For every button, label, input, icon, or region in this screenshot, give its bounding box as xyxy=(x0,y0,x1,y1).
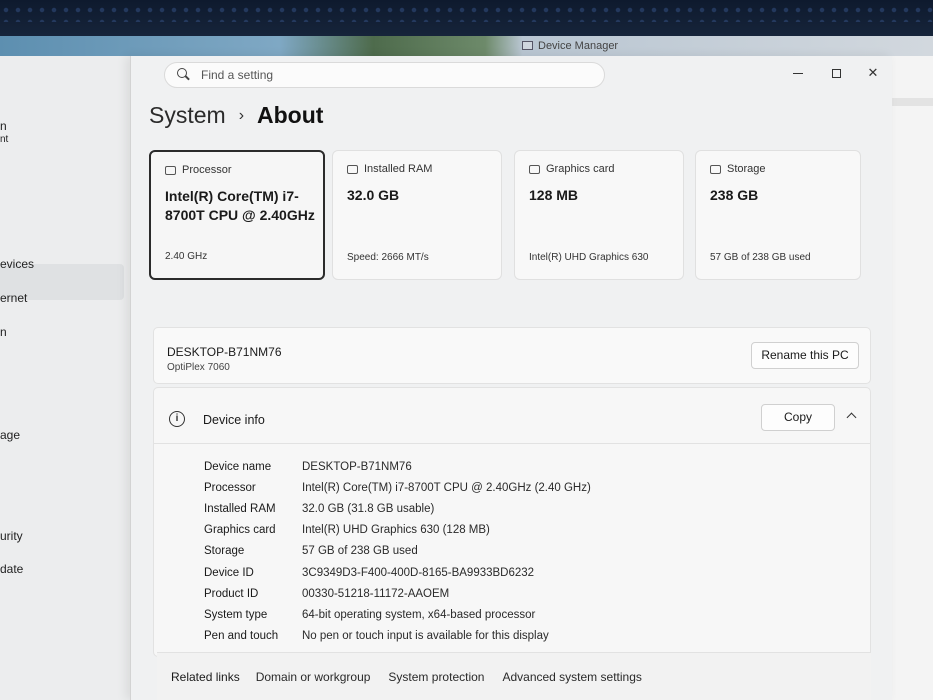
spec-label: System type xyxy=(204,608,268,621)
advanced-system-settings-link[interactable]: Advanced system settings xyxy=(502,670,641,684)
pc-model: OptiPlex 7060 xyxy=(167,362,230,373)
spec-row: System type 64-bit operating system, x64-… xyxy=(204,604,591,625)
device-info-header[interactable]: i Device info Copy xyxy=(154,388,870,444)
maximize-icon xyxy=(831,69,841,79)
card-value: 32.0 GB xyxy=(347,187,400,203)
left-nav-fragment[interactable]: evices xyxy=(0,257,34,271)
left-nav-fragment[interactable]: urity xyxy=(0,529,23,543)
spec-label: Product ID xyxy=(204,587,259,600)
spec-value: No pen or touch input is available for t… xyxy=(302,630,549,643)
background-right-window xyxy=(890,56,933,700)
card-footer: Intel(R) UHD Graphics 630 xyxy=(529,252,649,263)
left-nav-fragment[interactable]: n xyxy=(0,325,7,339)
spec-label: Storage xyxy=(204,545,245,558)
copy-button[interactable]: Copy xyxy=(761,404,835,431)
spec-value: Intel(R) UHD Graphics 630 (128 MB) xyxy=(302,524,490,537)
spec-value: DESKTOP-B71NM76 xyxy=(302,460,412,473)
processor-card[interactable]: Processor Intel(R) Core(TM) i7-8700T CPU… xyxy=(149,150,325,280)
spec-value: 32.0 GB (31.8 GB usable) xyxy=(302,502,435,515)
spec-label: Installed RAM xyxy=(204,502,276,515)
pc-name: DESKTOP-B71NM76 xyxy=(167,345,282,359)
spec-label: Device ID xyxy=(204,566,254,579)
spec-label: Pen and touch xyxy=(204,630,279,643)
device-manager-window-title[interactable]: Device Manager xyxy=(520,36,618,56)
system-protection-link[interactable]: System protection xyxy=(388,670,484,684)
left-nav-fragment[interactable]: age xyxy=(0,428,20,442)
spec-row: Device name DESKTOP-B71NM76 xyxy=(204,456,591,477)
spec-row: Installed RAM 32.0 GB (31.8 GB usable) xyxy=(204,498,591,519)
graphics-card[interactable]: Graphics card 128 MB Intel(R) UHD Graphi… xyxy=(514,150,684,280)
pc-name-row: DESKTOP-B71NM76 OptiPlex 7060 Rename thi… xyxy=(153,327,871,384)
spec-value: 57 GB of 238 GB used xyxy=(302,545,418,558)
card-footer: 57 GB of 238 GB used xyxy=(710,252,811,263)
card-footer: 2.40 GHz xyxy=(165,251,208,262)
spec-row: Storage 57 GB of 238 GB used xyxy=(204,541,591,562)
spec-row: Product ID 00330-51218-11172-AAOEM xyxy=(204,583,591,604)
close-icon: ✕ xyxy=(867,65,879,80)
breadcrumb: System › About xyxy=(149,102,323,129)
card-header: Graphics card xyxy=(546,163,615,175)
spec-label: Device name xyxy=(204,460,272,473)
search-icon xyxy=(177,68,191,82)
card-footer: Speed: 2666 MT/s xyxy=(347,252,429,263)
search-input[interactable] xyxy=(201,68,581,82)
left-nav-fragment[interactable]: nt xyxy=(0,134,8,145)
settings-window: ✕ System › About Processor Intel(R) Core… xyxy=(130,56,892,700)
device-info-panel: i Device info Copy Device name DESKTOP-B7… xyxy=(153,387,871,657)
card-value: 238 GB xyxy=(710,187,759,203)
chevron-up-icon[interactable] xyxy=(846,412,857,423)
left-nav-fragment[interactable]: date xyxy=(0,562,23,576)
card-header: Installed RAM xyxy=(364,163,433,175)
desktop-wallpaper xyxy=(0,36,933,58)
spec-value: 00330-51218-11172-AAOEM xyxy=(302,587,450,600)
search-box[interactable] xyxy=(164,62,605,88)
spec-label: Graphics card xyxy=(204,524,276,537)
spec-value: Intel(R) Core(TM) i7-8700T CPU @ 2.40GHz… xyxy=(302,481,591,494)
ram-card[interactable]: Installed RAM 32.0 GB Speed: 2666 MT/s xyxy=(332,150,502,280)
processor-icon xyxy=(165,165,176,175)
left-nav-fragment[interactable]: n xyxy=(0,119,7,133)
storage-card[interactable]: Storage 238 GB 57 GB of 238 GB used xyxy=(695,150,861,280)
spec-label: Processor xyxy=(204,481,256,494)
spec-value: 3C9349D3-F400-400D-8165-BA9933BD6232 xyxy=(302,566,535,579)
monitor-bezel xyxy=(0,0,933,36)
minimize-button[interactable] xyxy=(783,62,813,84)
breadcrumb-separator-icon: › xyxy=(238,106,245,124)
related-links: Related links Domain or workgroup System… xyxy=(157,652,871,700)
background-settings-window: n nt evices ernet n age urity date xyxy=(0,56,140,700)
page-title: About xyxy=(257,102,324,128)
device-manager-icon xyxy=(522,41,533,50)
close-button[interactable]: ✕ xyxy=(858,62,888,84)
spec-row: Processor Intel(R) Core(TM) i7-8700T CPU … xyxy=(204,477,591,498)
device-info-title: Device info xyxy=(203,413,265,427)
device-spec-table: Device name DESKTOP-B71NM76 Processor Inte… xyxy=(204,456,591,647)
minimize-icon xyxy=(793,73,803,75)
rename-pc-button[interactable]: Rename this PC xyxy=(751,342,859,369)
memory-icon xyxy=(347,164,358,174)
spec-row: Device ID 3C9349D3-F400-400D-8165-BA9933B… xyxy=(204,562,591,583)
related-links-title: Related links xyxy=(171,669,240,684)
left-nav-fragment[interactable]: ernet xyxy=(0,291,27,305)
maximize-button[interactable] xyxy=(821,62,851,84)
storage-icon xyxy=(710,164,721,174)
card-header: Processor xyxy=(182,164,232,176)
breadcrumb-system[interactable]: System xyxy=(149,102,226,129)
info-icon: i xyxy=(169,411,185,427)
spec-row: Graphics card Intel(R) UHD Graphics 630 (… xyxy=(204,520,591,541)
spec-value: 64-bit operating system, x64-based proce… xyxy=(302,608,536,621)
card-value: Intel(R) Core(TM) i7-8700T CPU @ 2.40GHz xyxy=(165,188,315,223)
card-header: Storage xyxy=(727,163,766,175)
card-value: 128 MB xyxy=(529,187,579,203)
spec-row: Pen and touch No pen or touch input is av… xyxy=(204,626,591,647)
domain-workgroup-link[interactable]: Domain or workgroup xyxy=(256,670,371,684)
display-icon xyxy=(529,164,540,174)
